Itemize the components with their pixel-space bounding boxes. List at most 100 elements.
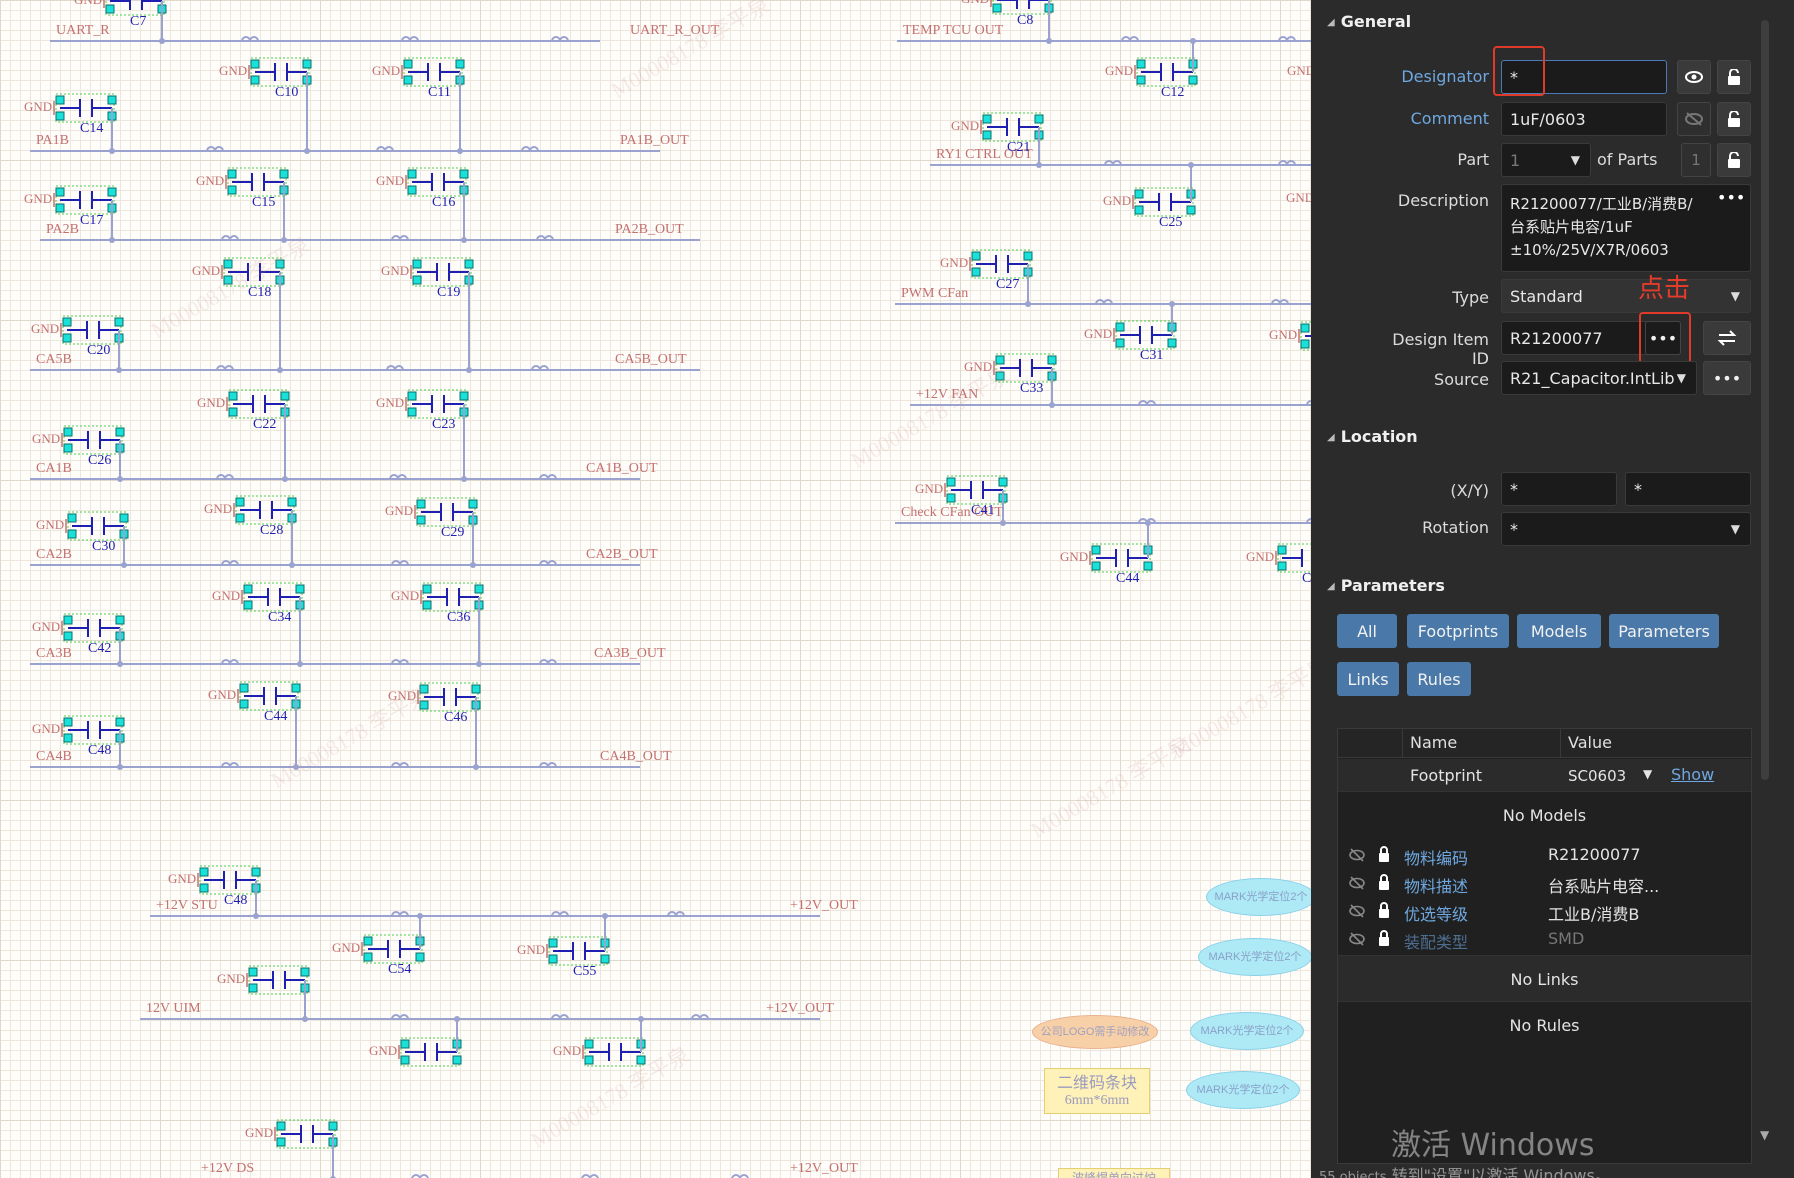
- capacitor-symbol[interactable]: [243, 582, 305, 612]
- lock-icon[interactable]: [1717, 102, 1751, 136]
- capacitor-symbol[interactable]: [62, 315, 124, 345]
- table-row[interactable]: 优选等级 工业B/消费B: [1338, 897, 1751, 925]
- capacitor-symbol[interactable]: [1277, 543, 1311, 573]
- hidden-eye-icon[interactable]: [1677, 102, 1711, 136]
- capacitor-symbol[interactable]: [422, 582, 484, 612]
- capacitor-symbol[interactable]: [250, 57, 312, 87]
- capacitor-symbol[interactable]: [63, 425, 125, 455]
- junction-dot: [1025, 301, 1031, 307]
- parameters-section-header[interactable]: ◢ Parameters: [1327, 576, 1445, 595]
- source-more-button[interactable]: •••: [1703, 361, 1751, 395]
- hidden-eye-icon[interactable]: [1348, 932, 1366, 946]
- table-row[interactable]: 装配类型 SMD: [1338, 925, 1751, 953]
- capacitor-designator: C15: [252, 195, 276, 210]
- source-select[interactable]: R21_Capacitor.IntLib ▼: [1501, 361, 1697, 395]
- more-options-icon[interactable]: •••: [1717, 188, 1745, 207]
- capacitor-symbol[interactable]: [548, 936, 610, 966]
- column-value-header[interactable]: Value: [1568, 733, 1612, 752]
- capacitor-symbol[interactable]: [946, 475, 1008, 505]
- panel-scrollbar[interactable]: [1761, 20, 1769, 780]
- capacitor-symbol[interactable]: [407, 167, 469, 197]
- qr-code-block[interactable]: 二维码条块 6mm*6mm: [1044, 1068, 1150, 1114]
- gnd-label: GND: [217, 971, 246, 986]
- capacitor-symbol[interactable]: [1136, 57, 1198, 87]
- design-item-id-input[interactable]: R21200077: [1501, 321, 1661, 355]
- capacitor-symbol[interactable]: [982, 112, 1044, 142]
- capacitor-designator: C41: [971, 503, 995, 518]
- net-label: CA4B_OUT: [600, 749, 672, 764]
- gnd-label: GND: [1287, 63, 1311, 78]
- filter-rules-button[interactable]: Rules: [1407, 662, 1471, 696]
- comment-input[interactable]: 1uF/0603: [1501, 102, 1667, 136]
- table-row[interactable]: 物料描述 台系贴片电容...: [1338, 869, 1751, 897]
- capacitor-symbol[interactable]: [1091, 543, 1153, 573]
- capacitor-symbol[interactable]: [403, 57, 465, 87]
- rotation-select[interactable]: * ▼: [1501, 512, 1751, 546]
- capacitor-symbol[interactable]: [199, 865, 261, 895]
- lock-icon[interactable]: [1717, 143, 1751, 177]
- capacitor-symbol[interactable]: [1115, 320, 1177, 350]
- designator-label: Designator: [1401, 67, 1489, 86]
- capacitor-symbol[interactable]: [971, 249, 1033, 279]
- mark-fiducial[interactable]: MARK光学定位2个: [1186, 1071, 1300, 1109]
- scroll-down-icon[interactable]: ▼: [1760, 1128, 1769, 1142]
- capacitor-symbol[interactable]: [55, 185, 117, 215]
- gnd-label: GND: [1105, 63, 1134, 78]
- capacitor-symbol[interactable]: [248, 965, 310, 995]
- chevron-down-icon[interactable]: ▼: [1643, 767, 1652, 781]
- capacitor-symbol[interactable]: [235, 495, 297, 525]
- capacitor-symbol[interactable]: [105, 0, 167, 16]
- swap-icon[interactable]: [1703, 321, 1751, 355]
- filter-models-button[interactable]: Models: [1517, 614, 1601, 648]
- filter-links-button[interactable]: Links: [1337, 662, 1399, 696]
- table-row[interactable]: Footprint SC0603 ▼ Show: [1338, 759, 1751, 791]
- part-select[interactable]: 1 ▼: [1501, 143, 1591, 177]
- capacitor-symbol[interactable]: [1300, 321, 1311, 351]
- mark-fiducial[interactable]: 公司LOGO需手动修改: [1032, 1015, 1158, 1049]
- location-section-header[interactable]: ◢ Location: [1327, 427, 1418, 446]
- description-input[interactable]: R21200077/工业B/消费B/台系贴片电容/1uF ±10%/25V/X7…: [1501, 184, 1751, 272]
- hidden-eye-icon[interactable]: [1348, 848, 1366, 862]
- filter-footprints-button[interactable]: Footprints: [1407, 614, 1509, 648]
- filter-parameters-button[interactable]: Parameters: [1609, 614, 1719, 648]
- capacitor-symbol[interactable]: [1134, 187, 1196, 217]
- parameters-table: Name Value Footprint SC0603 ▼ Show No Mo…: [1337, 728, 1752, 1164]
- mark-fiducial[interactable]: MARK光学定位2个: [1190, 1012, 1304, 1050]
- capacitor-symbol[interactable]: [228, 389, 290, 419]
- lock-icon[interactable]: [1378, 930, 1390, 946]
- x-input[interactable]: *: [1501, 472, 1617, 506]
- schematic-canvas[interactable]: UART_RUART_R_OUTGNDC7PA1BPA1B_OUTGNDC14G…: [0, 0, 1311, 1178]
- hidden-eye-icon[interactable]: [1348, 876, 1366, 890]
- capacitor-symbol[interactable]: [992, 0, 1054, 15]
- capacitor-symbol[interactable]: [63, 715, 125, 745]
- table-row[interactable]: 物料编码 R21200077: [1338, 841, 1751, 869]
- y-input[interactable]: *: [1625, 472, 1751, 506]
- capacitor-symbol[interactable]: [407, 389, 469, 419]
- lock-icon[interactable]: [1378, 874, 1390, 890]
- column-name-header[interactable]: Name: [1410, 733, 1457, 752]
- capacitor-symbol[interactable]: [67, 511, 129, 541]
- capacitor-symbol[interactable]: [416, 497, 478, 527]
- lock-icon[interactable]: [1717, 60, 1751, 94]
- capacitor-symbol[interactable]: [363, 934, 425, 964]
- filter-all-button[interactable]: All: [1337, 614, 1397, 648]
- net-label: CA3B_OUT: [594, 646, 666, 661]
- capacitor-designator: C8: [1017, 13, 1034, 28]
- capacitor-symbol[interactable]: [55, 93, 117, 123]
- capacitor-symbol[interactable]: [276, 1119, 338, 1149]
- wave-solder-arrow[interactable]: 波峰焊单向过炉: [1058, 1168, 1170, 1178]
- capacitor-symbol[interactable]: [227, 167, 289, 197]
- footprint-show-link[interactable]: Show: [1671, 765, 1714, 784]
- lock-icon[interactable]: [1378, 846, 1390, 862]
- capacitor-symbol[interactable]: [239, 681, 301, 711]
- hidden-eye-icon[interactable]: [1348, 904, 1366, 918]
- capacitor-symbol[interactable]: [400, 1037, 462, 1067]
- type-select[interactable]: Standard ▼: [1501, 279, 1751, 313]
- mark-fiducial[interactable]: MARK光学定位2个: [1206, 878, 1311, 916]
- general-section-header[interactable]: ◢ General: [1327, 12, 1411, 31]
- lock-icon[interactable]: [1378, 902, 1390, 918]
- capacitor-symbol[interactable]: [412, 257, 474, 287]
- visibility-eye-icon[interactable]: [1677, 60, 1711, 94]
- capacitor-symbol[interactable]: [63, 613, 125, 643]
- mark-fiducial[interactable]: MARK光学定位2个: [1198, 938, 1311, 976]
